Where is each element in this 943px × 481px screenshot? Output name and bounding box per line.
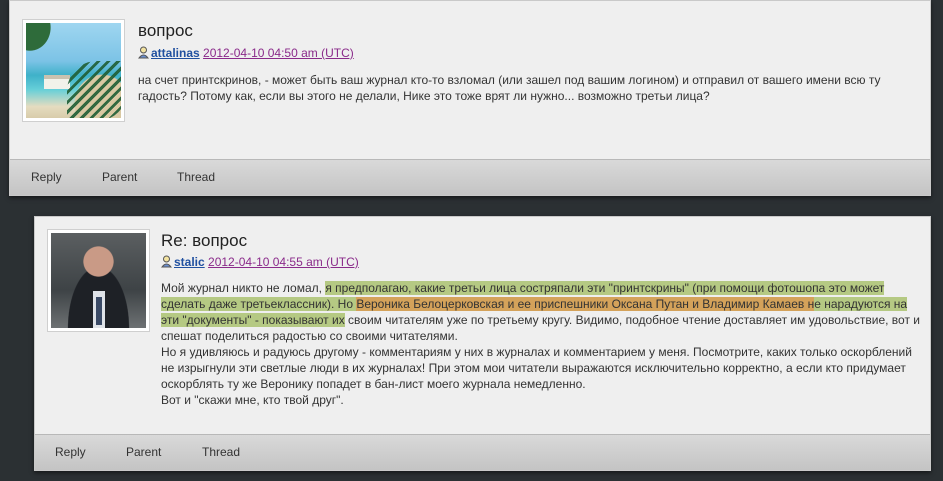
comment-2: Re: вопрос stalic 2012-04-10 04:55 am (U… [34, 216, 931, 471]
comment-body: на счет принтскринов, - может быть ваш ж… [138, 73, 881, 103]
thread-button[interactable]: Thread [177, 170, 215, 184]
reply-button[interactable]: Reply [31, 170, 62, 184]
comment-title: вопрос [138, 21, 193, 40]
body-text: Вот и "скажи мне, кто твой друг". [161, 393, 344, 407]
username-link[interactable]: stalic [174, 255, 205, 269]
avatar[interactable] [22, 19, 125, 122]
reply-button[interactable]: Reply [55, 445, 86, 459]
avatar-image [26, 23, 121, 118]
comment-actions: Reply Parent Thread [10, 159, 930, 195]
user-icon[interactable] [161, 255, 172, 268]
body-text: Но я удивляюсь и радуюсь другому - комме… [161, 345, 912, 391]
body-text: Мой журнал никто не ломал, [161, 281, 326, 295]
parent-button[interactable]: Parent [126, 445, 161, 459]
highlighted-text: Вероника Белоцерковская и ее приспешники… [356, 297, 815, 311]
thread-button[interactable]: Thread [202, 445, 240, 459]
comment-1: вопрос attalinas 2012-04-10 04:50 am (UT… [9, 0, 931, 196]
comment-title: Re: вопрос [161, 231, 248, 250]
username-link[interactable]: attalinas [151, 46, 200, 60]
timestamp-link[interactable]: 2012-04-10 04:55 am (UTC) [208, 255, 359, 269]
timestamp-link[interactable]: 2012-04-10 04:50 am (UTC) [203, 46, 354, 60]
comment-actions: Reply Parent Thread [35, 434, 930, 470]
comment-meta: attalinas 2012-04-10 04:50 am (UTC) [138, 46, 354, 60]
avatar-image [51, 233, 146, 328]
avatar[interactable] [47, 229, 150, 332]
comment-meta: stalic 2012-04-10 04:55 am (UTC) [161, 255, 359, 269]
comment-body: Мой журнал никто не ломал, я предполагаю… [161, 280, 921, 408]
parent-button[interactable]: Parent [102, 170, 137, 184]
user-icon[interactable] [138, 46, 149, 59]
